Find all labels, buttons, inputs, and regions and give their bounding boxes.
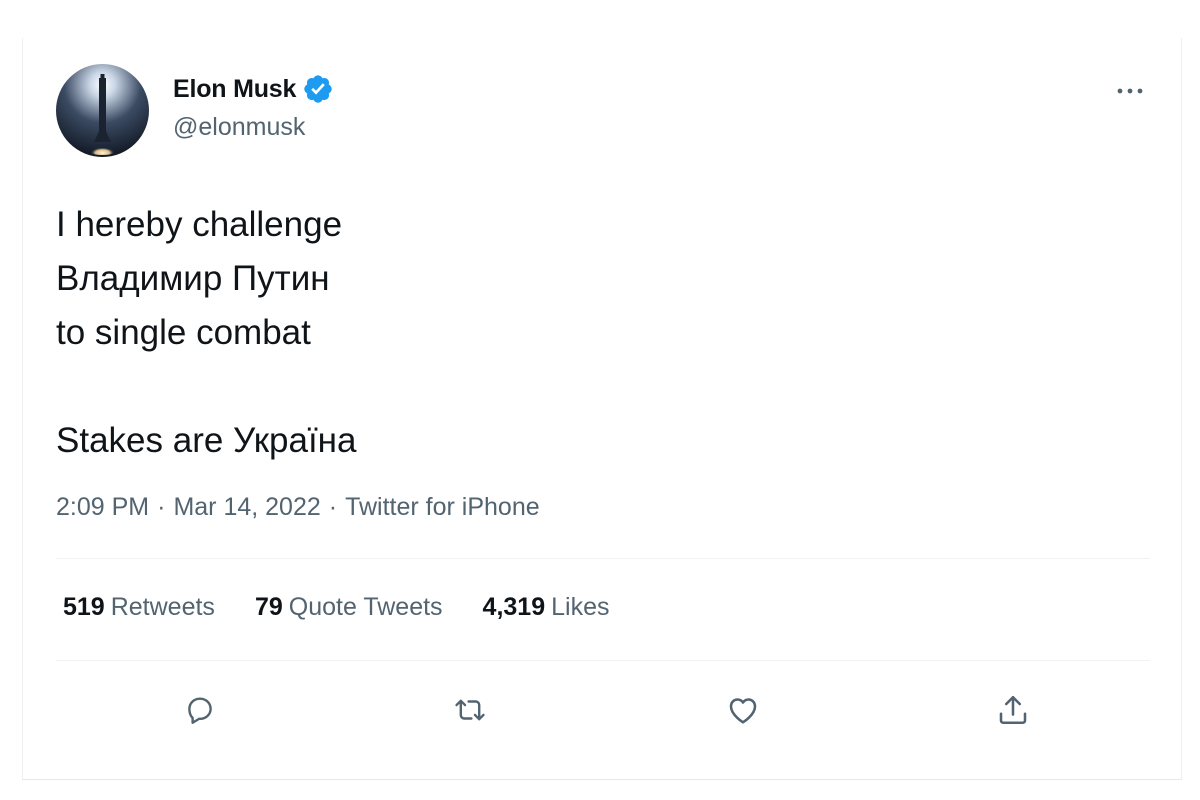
retweet-icon[interactable]	[448, 688, 492, 732]
likes-count: 4,319	[482, 593, 546, 621]
quote-tweets-count: 79	[254, 593, 283, 621]
tweet-meta: 2:09 PM · Mar 14, 2022 · Twitter for iPh…	[56, 493, 540, 522]
more-options-icon[interactable]	[1115, 76, 1145, 106]
quote-tweets-label: Quote Tweets	[288, 593, 443, 621]
meta-separator: ·	[157, 493, 166, 521]
likes-label: Likes	[551, 593, 610, 621]
tweet-stats: 519 Retweets 79 Quote Tweets 4,319 Likes	[63, 593, 649, 622]
likes-stat[interactable]: 4,319 Likes	[483, 593, 610, 622]
heart-icon[interactable]	[721, 688, 765, 732]
tweet-time[interactable]: 2:09 PM	[56, 493, 149, 522]
share-icon[interactable]	[991, 688, 1035, 732]
reply-icon[interactable]	[178, 688, 222, 732]
divider	[56, 558, 1150, 559]
tweet-actions	[56, 688, 1150, 732]
tweet-text: I hereby challenge Владимир Путин to sin…	[56, 205, 357, 460]
retweets-count: 519	[63, 593, 105, 621]
tweet-date[interactable]: Mar 14, 2022	[173, 493, 320, 522]
tweet-source[interactable]: Twitter for iPhone	[345, 493, 540, 522]
author-handle[interactable]: @elonmusk	[173, 113, 305, 142]
retweets-stat[interactable]: 519 Retweets	[63, 593, 215, 622]
meta-separator: ·	[328, 493, 338, 521]
quote-tweets-stat[interactable]: 79 Quote Tweets	[255, 593, 443, 622]
author-name[interactable]: Elon Musk	[173, 75, 296, 104]
retweets-label: Retweets	[110, 593, 215, 621]
divider	[56, 660, 1150, 661]
verified-badge-icon	[304, 75, 332, 103]
tweet-card: Elon Musk @elonmusk I hereby challenge В…	[22, 38, 1182, 780]
avatar[interactable]	[56, 64, 149, 157]
